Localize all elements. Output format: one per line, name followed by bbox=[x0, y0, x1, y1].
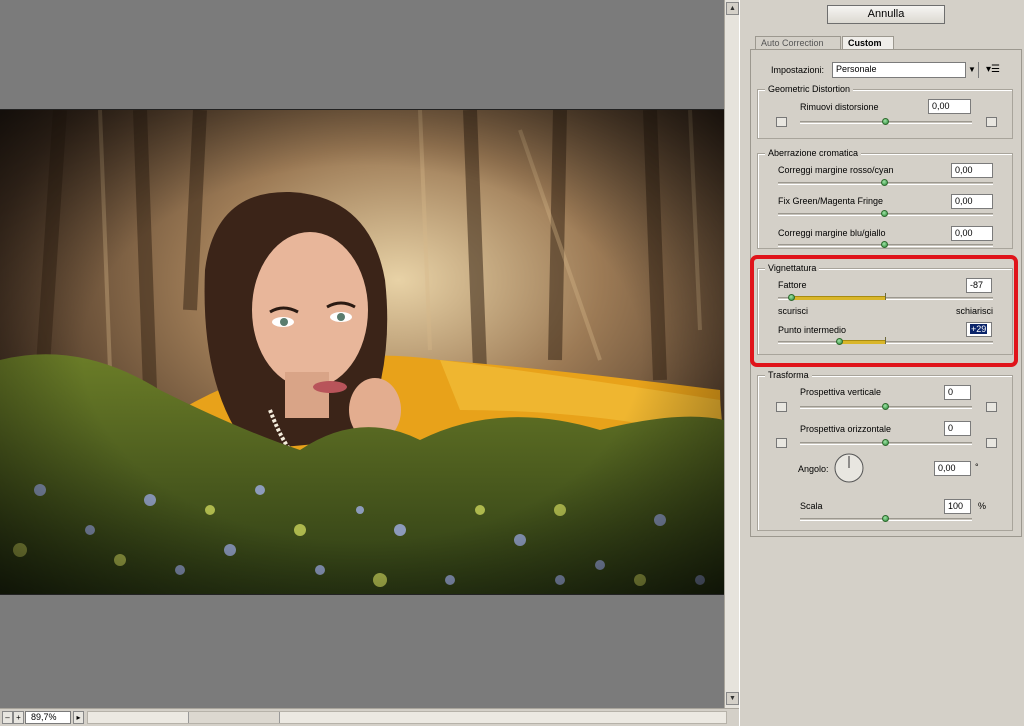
horizontal-perspective-right-icon bbox=[986, 438, 997, 448]
angle-label: Angolo: bbox=[798, 464, 829, 474]
horizontal-scroll-thumb[interactable] bbox=[188, 712, 280, 723]
cancel-button[interactable]: Annulla bbox=[827, 5, 945, 24]
red-cyan-thumb[interactable] bbox=[881, 179, 888, 186]
red-cyan-label: Correggi margine rosso/cyan bbox=[778, 165, 894, 175]
remove-distortion-label: Rimuovi distorsione bbox=[800, 102, 879, 112]
barrel-icon bbox=[986, 117, 997, 127]
green-magenta-thumb[interactable] bbox=[881, 210, 888, 217]
blue-yellow-label: Correggi margine blu/giallo bbox=[778, 228, 886, 238]
blue-yellow-field[interactable]: 0,00 bbox=[951, 226, 993, 241]
tab-custom[interactable]: Custom bbox=[842, 36, 894, 50]
settings-select-value: Personale bbox=[836, 64, 877, 74]
geometric-distortion-title: Geometric Distortion bbox=[765, 84, 854, 94]
settings-label: Impostazioni: bbox=[771, 65, 825, 75]
transform-group: Trasforma Prospettiva verticale 0 Prospe… bbox=[757, 370, 1013, 531]
vertical-perspective-left-icon bbox=[776, 402, 787, 412]
horizontal-perspective-field[interactable]: 0 bbox=[944, 421, 971, 436]
settings-select[interactable]: Personale ▼ bbox=[832, 62, 979, 78]
blue-yellow-thumb[interactable] bbox=[881, 241, 888, 248]
tab-auto-correction[interactable]: Auto Correction bbox=[755, 36, 841, 50]
status-bar: – + 89,7% ▸ bbox=[0, 708, 739, 726]
vertical-perspective-thumb[interactable] bbox=[882, 403, 889, 410]
geometric-distortion-group: Geometric Distortion Rimuovi distorsione… bbox=[757, 84, 1013, 139]
scale-label: Scala bbox=[800, 501, 823, 511]
horizontal-scrollbar[interactable] bbox=[87, 711, 727, 724]
horizontal-perspective-thumb[interactable] bbox=[882, 439, 889, 446]
image-canvas[interactable] bbox=[0, 0, 724, 708]
scale-unit: % bbox=[978, 501, 987, 511]
horizontal-perspective-left-icon bbox=[776, 438, 787, 448]
angle-dial-icon[interactable] bbox=[833, 452, 865, 484]
transform-title: Trasforma bbox=[765, 370, 812, 380]
settings-menu-icon[interactable]: ▾☰ bbox=[986, 64, 1000, 75]
angle-unit: ° bbox=[975, 462, 979, 472]
pincushion-icon bbox=[776, 117, 787, 127]
zoom-in-icon[interactable]: + bbox=[13, 711, 24, 724]
dropdown-arrow-icon[interactable]: ▼ bbox=[965, 62, 978, 78]
vignette-highlight-annotation bbox=[750, 255, 1018, 367]
portrait-photo bbox=[0, 110, 724, 594]
vertical-perspective-field[interactable]: 0 bbox=[944, 385, 971, 400]
zoom-menu-arrow-icon[interactable]: ▸ bbox=[73, 711, 84, 724]
red-cyan-field[interactable]: 0,00 bbox=[951, 163, 993, 178]
angle-field[interactable]: 0,00 bbox=[934, 461, 971, 476]
zoom-out-icon[interactable]: – bbox=[2, 711, 13, 724]
scale-thumb[interactable] bbox=[882, 515, 889, 522]
photo-preview[interactable] bbox=[0, 109, 724, 595]
chromatic-aberration-group: Aberrazione cromatica Correggi margine r… bbox=[757, 148, 1013, 249]
chromatic-aberration-title: Aberrazione cromatica bbox=[765, 148, 862, 158]
remove-distortion-thumb[interactable] bbox=[882, 118, 889, 125]
green-magenta-field[interactable]: 0,00 bbox=[951, 194, 993, 209]
green-magenta-label: Fix Green/Magenta Fringe bbox=[778, 196, 884, 206]
remove-distortion-field[interactable]: 0,00 bbox=[928, 99, 971, 114]
vertical-perspective-right-icon bbox=[986, 402, 997, 412]
scroll-up-arrow-icon[interactable]: ▲ bbox=[726, 2, 739, 15]
horizontal-perspective-label: Prospettiva orizzontale bbox=[800, 424, 892, 434]
zoom-level-field[interactable]: 89,7% bbox=[25, 711, 71, 724]
vertical-scrollbar[interactable]: ▲ ▼ bbox=[724, 0, 739, 708]
scroll-down-arrow-icon[interactable]: ▼ bbox=[726, 692, 739, 705]
scale-field[interactable]: 100 bbox=[944, 499, 971, 514]
vertical-perspective-label: Prospettiva verticale bbox=[800, 387, 882, 397]
